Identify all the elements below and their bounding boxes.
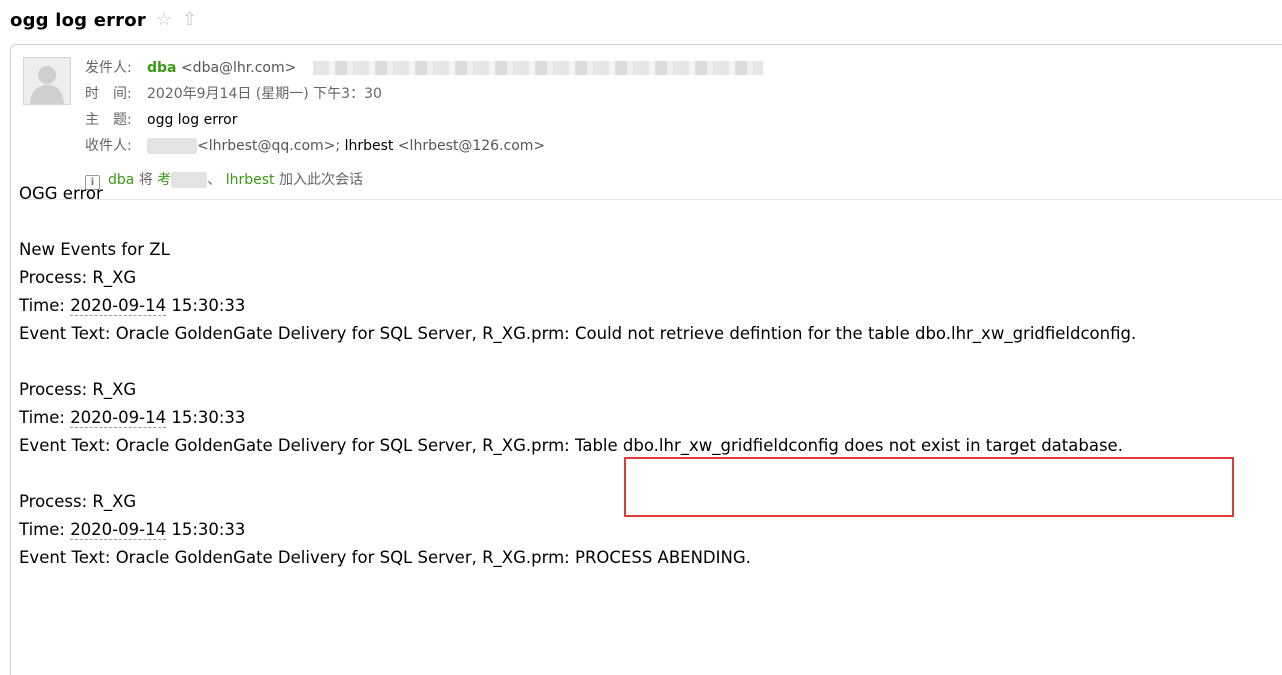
section-title: New Events for ZL xyxy=(19,240,170,259)
process-value: R_XG xyxy=(92,268,137,287)
email-meta: 发件人: dba <dba@lhr.com> 时 间: 2020年9月14日 (星期… xyxy=(85,57,763,161)
process-label: Process: xyxy=(19,380,93,399)
time-row: 时 间: 2020年9月14日 (星期一) 下午3：30 xyxy=(85,83,763,109)
time-line: Time: 2020-09-14 15:30:33 xyxy=(19,292,1136,320)
share-icon[interactable]: ⇧ xyxy=(182,11,197,29)
time-line: Time: 2020-09-14 15:30:33 xyxy=(19,404,1136,432)
email-title: ogg log error xyxy=(10,9,146,31)
sender-address[interactable]: <dba@lhr.com> xyxy=(181,60,296,76)
to-row: 收件人: <lhrbest@qq.com>; lhrbest <lhrbest@1… xyxy=(85,135,763,161)
time-label: 时 间: xyxy=(85,86,132,102)
from-row: 发件人: dba <dba@lhr.com> xyxy=(85,57,763,83)
recipient-address-1[interactable]: <lhrbest@qq.com>; xyxy=(197,138,340,154)
redacted-recipient xyxy=(147,138,197,154)
event-text-prefix: Event Text: Oracle GoldenGate Delivery f… xyxy=(19,436,575,455)
subject-label: 主 题: xyxy=(85,112,132,128)
date-link[interactable]: 2020-09-14 xyxy=(70,408,167,428)
avatar[interactable] xyxy=(23,57,71,105)
subject-row: 主 题: ogg log error xyxy=(85,109,763,135)
event-text-prefix: Event Text: Oracle GoldenGate Delivery f… xyxy=(19,324,575,343)
greeting: OGG error xyxy=(19,184,103,203)
clock-value: 15:30:33 xyxy=(166,296,246,315)
process-label: Process: xyxy=(19,492,93,511)
process-line: Process: R_XG xyxy=(19,264,1136,292)
process-value: R_XG xyxy=(92,492,137,511)
clock-value: 15:30:33 xyxy=(166,408,246,427)
time-value: 2020年9月14日 (星期一) 下午3：30 xyxy=(147,86,382,102)
event-text-body: PROCESS ABENDING. xyxy=(575,548,751,567)
title-bar: ogg log error ☆ ⇧ xyxy=(10,6,197,34)
highlight-box xyxy=(624,457,1234,517)
redacted-info xyxy=(312,61,763,75)
process-label: Process: xyxy=(19,268,93,287)
clock-value: 15:30:33 xyxy=(166,520,246,539)
to-label: 收件人: xyxy=(85,138,132,154)
time-label: Time: xyxy=(19,520,71,539)
process-value: R_XG xyxy=(92,380,137,399)
recipient-name-2[interactable]: lhrbest xyxy=(345,138,394,154)
event-text-body: Table dbo.lhr_xw_gridfieldconfig does no… xyxy=(575,436,1123,455)
from-label: 发件人: xyxy=(85,60,132,76)
date-link[interactable]: 2020-09-14 xyxy=(70,520,167,540)
sender-name[interactable]: dba xyxy=(147,60,177,76)
time-line: Time: 2020-09-14 15:30:33 xyxy=(19,516,1136,544)
event-text-line: Event Text: Oracle GoldenGate Delivery f… xyxy=(19,544,1136,572)
event-text-body: Could not retrieve defintion for the tab… xyxy=(575,324,1137,343)
date-link[interactable]: 2020-09-14 xyxy=(70,296,167,316)
process-line: Process: R_XG xyxy=(19,376,1136,404)
time-label: Time: xyxy=(19,408,71,427)
subject-value: ogg log error xyxy=(147,112,238,128)
event-text-line: Event Text: Oracle GoldenGate Delivery f… xyxy=(19,320,1136,348)
time-label: Time: xyxy=(19,296,71,315)
recipient-address-2[interactable]: <lhrbest@126.com> xyxy=(398,138,545,154)
avatar-placeholder-icon xyxy=(24,58,70,104)
star-icon[interactable]: ☆ xyxy=(156,11,172,29)
event-text-prefix: Event Text: Oracle GoldenGate Delivery f… xyxy=(19,548,575,567)
event-text-line: Event Text: Oracle GoldenGate Delivery f… xyxy=(19,432,1136,460)
